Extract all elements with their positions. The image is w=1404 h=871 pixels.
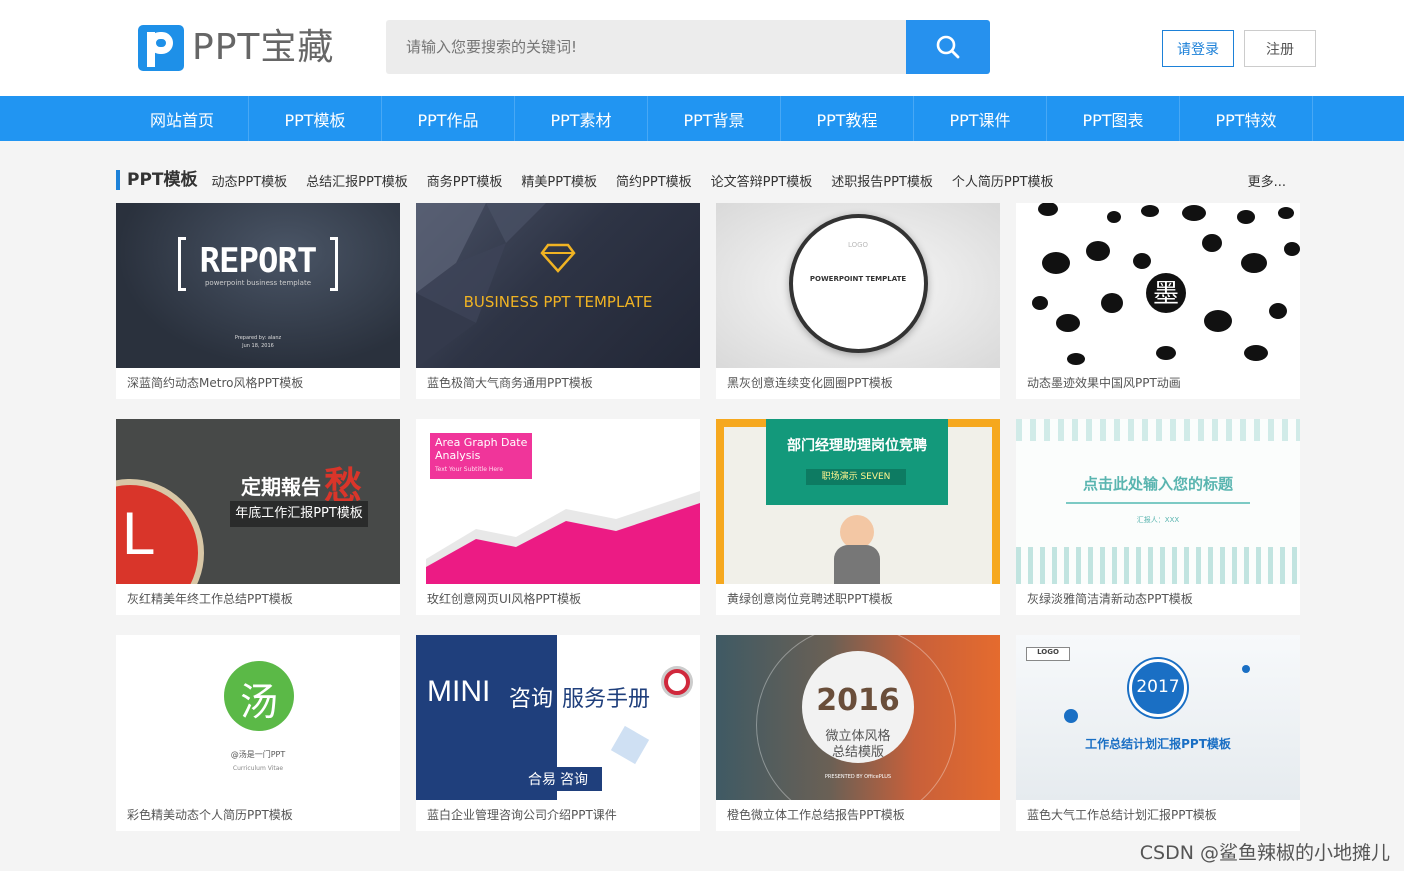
template-card[interactable]: BUSINESS PPT TEMPLATE 蓝色极简大气商务通用PPT模板 <box>416 203 700 399</box>
nav-item-ppt-materials[interactable]: PPT素材 <box>515 96 648 141</box>
template-thumbnail[interactable]: 点击此处输入您的标题 汇报人：XXX <box>1016 419 1300 584</box>
main-nav: 网站首页 PPT模板 PPT作品 PPT素材 PPT背景 PPT教程 PPT课件… <box>0 96 1404 141</box>
logo-p-icon <box>138 25 184 71</box>
site-header: PPT宝藏 请登录 注册 <box>0 0 1404 96</box>
watermark: CSDN @鲨鱼辣椒的小地摊儿 <box>1139 842 1390 864</box>
slide-year: 2016 <box>816 683 900 718</box>
template-caption[interactable]: 动态墨迹效果中国风PPT动画 <box>1016 368 1300 399</box>
slide-subtitle: 服务手册 <box>562 687 651 712</box>
slide-date: Jun 18, 2016 <box>242 343 274 349</box>
slide-title: BUSINESS PPT TEMPLATE <box>463 293 653 311</box>
template-caption[interactable]: 蓝白企业管理咨询公司介绍PPT课件 <box>416 800 700 831</box>
slide-subtitle: 职场演示 SEVEN <box>806 469 906 485</box>
slide-title: REPORT <box>199 241 318 281</box>
template-caption[interactable]: 彩色精美动态个人简历PPT模板 <box>116 800 400 831</box>
category-link[interactable]: 述职报告PPT模板 <box>831 171 933 190</box>
slide-caption: Curriculum Vitae <box>232 765 284 772</box>
slide-title: 部门经理助理岗位竞聘 <box>787 438 927 454</box>
template-card[interactable]: 汤 @汤是一门PPT Curriculum Vitae 彩色精美动态个人简历PP… <box>116 635 400 831</box>
template-thumbnail[interactable]: BUSINESS PPT TEMPLATE <box>416 203 700 368</box>
nav-item-ppt-backgrounds[interactable]: PPT背景 <box>648 96 781 141</box>
template-thumbnail[interactable]: LOGO POWERPOINT TEMPLATE <box>716 203 1000 368</box>
login-button[interactable]: 请登录 <box>1162 30 1234 67</box>
category-bar: PPT模板 动态PPT模板 总结汇报PPT模板 商务PPT模板 精美PPT模板 … <box>116 166 1300 194</box>
slide-year: 2017 <box>1136 677 1180 697</box>
nav-item-ppt-effects[interactable]: PPT特效 <box>1180 96 1313 141</box>
template-thumbnail[interactable]: 部门经理助理岗位竞聘 职场演示 SEVEN <box>716 419 1000 584</box>
template-caption[interactable]: 黄绿创意岗位竞聘述职PPT模板 <box>716 584 1000 615</box>
category-link[interactable]: 动态PPT模板 <box>212 171 288 190</box>
slide-title: 点击此处输入您的标题 <box>1082 475 1233 493</box>
slide-title: 定期報告 <box>241 475 321 499</box>
category-link[interactable]: 总结汇报PPT模板 <box>306 171 408 190</box>
template-thumbnail[interactable]: Area Graph Date Analysis Text Your Subti… <box>416 419 700 584</box>
slide-subtitle: 总结模版 <box>831 745 884 760</box>
template-caption[interactable]: 深蓝简约动态Metro风格PPT模板 <box>116 368 400 399</box>
template-card[interactable]: REPORT powerpoint business template Prep… <box>116 203 400 399</box>
slide-subtitle: powerpoint business template <box>204 279 312 287</box>
site-logo[interactable]: PPT宝藏 <box>138 24 334 72</box>
search-icon <box>936 35 960 59</box>
slide-title-cn: 咨询 <box>509 687 554 712</box>
nav-item-ppt-works[interactable]: PPT作品 <box>382 96 515 141</box>
slide-logo-char: 汤 <box>239 680 278 724</box>
diamond-icon <box>540 243 576 273</box>
nav-item-ppt-templates[interactable]: PPT模板 <box>249 96 382 141</box>
slide-title: MINI <box>427 675 491 708</box>
template-caption[interactable]: 橙色微立体工作总结报告PPT模板 <box>716 800 1000 831</box>
search-button[interactable] <box>906 20 990 74</box>
template-thumbnail[interactable]: L 定期報告 愁 年底工作汇报PPT模板 <box>116 419 400 584</box>
template-thumbnail[interactable]: REPORT powerpoint business template Prep… <box>116 203 400 368</box>
template-thumbnail[interactable]: 汤 @汤是一门PPT Curriculum Vitae <box>116 635 400 800</box>
template-card[interactable]: MINI 咨询 服务手册 合易 咨询 蓝白企业管理咨询公司介绍PPT课件 <box>416 635 700 831</box>
template-caption[interactable]: 玫红创意网页UI风格PPT模板 <box>416 584 700 615</box>
template-thumbnail[interactable]: 2016 微立体风格 总结模版 PRESENTED BY OfficePLUS <box>716 635 1000 800</box>
category-link[interactable]: 简约PPT模板 <box>616 171 692 190</box>
category-link[interactable]: 精美PPT模板 <box>521 171 597 190</box>
register-button[interactable]: 注册 <box>1244 30 1316 67</box>
slide-title: POWERPOINT TEMPLATE <box>809 275 907 283</box>
category-title: PPT模板 <box>116 170 198 190</box>
template-card[interactable]: L 定期報告 愁 年底工作汇报PPT模板 灰红精美年终工作总结PPT模板 <box>116 419 400 615</box>
template-card[interactable]: 2016 微立体风格 总结模版 PRESENTED BY OfficePLUS … <box>716 635 1000 831</box>
category-link[interactable]: 个人简历PPT模板 <box>952 171 1054 190</box>
search-bar <box>386 20 990 74</box>
template-card[interactable]: 点击此处输入您的标题 汇报人：XXX 灰绿淡雅简洁清新动态PPT模板 <box>1016 419 1300 615</box>
slide-tag-2: 咨询 <box>560 772 588 788</box>
template-card[interactable]: LOGO POWERPOINT TEMPLATE 黑灰创意连续变化圆圈PPT模板 <box>716 203 1000 399</box>
slide-credit: PRESENTED BY OfficePLUS <box>824 774 892 780</box>
template-caption[interactable]: 灰绿淡雅简洁清新动态PPT模板 <box>1016 584 1300 615</box>
template-thumbnail[interactable]: 墨 <box>1016 203 1300 368</box>
nav-item-ppt-charts[interactable]: PPT图表 <box>1047 96 1180 141</box>
template-thumbnail[interactable]: LOGO 2017 工作总结计划汇报PPT模板 <box>1016 635 1300 800</box>
category-more-link[interactable]: 更多... <box>1248 171 1286 190</box>
slide-subtitle: 年底工作汇报PPT模板 <box>230 501 368 527</box>
slide-letter: L <box>122 500 156 567</box>
template-caption[interactable]: 灰红精美年终工作总结PPT模板 <box>116 584 400 615</box>
nav-item-ppt-courseware[interactable]: PPT课件 <box>914 96 1047 141</box>
slide-calligraphy: 墨 <box>1152 279 1179 309</box>
slide-author: Prepared by: alanz <box>234 335 282 341</box>
nav-item-home[interactable]: 网站首页 <box>116 96 249 141</box>
template-card[interactable]: 墨 动态墨迹效果中国风PPT动画 <box>1016 203 1300 399</box>
slide-title: 工作总结计划汇报PPT模板 <box>1085 737 1231 751</box>
slide-subtitle: @汤是一门PPT <box>230 750 286 759</box>
template-card[interactable]: Area Graph Date Analysis Text Your Subti… <box>416 419 700 615</box>
slide-logo: LOGO <box>847 241 869 249</box>
template-caption[interactable]: 蓝色极简大气商务通用PPT模板 <box>416 368 700 399</box>
template-caption[interactable]: 黑灰创意连续变化圆圈PPT模板 <box>716 368 1000 399</box>
template-caption[interactable]: 蓝色大气工作总结计划汇报PPT模板 <box>1016 800 1300 831</box>
nav-item-ppt-tutorials[interactable]: PPT教程 <box>781 96 914 141</box>
template-card[interactable]: LOGO 2017 工作总结计划汇报PPT模板 蓝色大气工作总结计划汇报PPT模… <box>1016 635 1300 831</box>
search-input[interactable] <box>386 20 906 74</box>
category-link[interactable]: 论文答辩PPT模板 <box>711 171 813 190</box>
template-card[interactable]: 部门经理助理岗位竞聘 职场演示 SEVEN 黄绿创意岗位竞聘述职PPT模板 <box>716 419 1000 615</box>
logo-text: PPT宝藏 <box>192 27 335 68</box>
category-link[interactable]: 商务PPT模板 <box>427 171 503 190</box>
slide-logo: LOGO <box>1037 648 1059 656</box>
slide-subtitle: 汇报人：XXX <box>1136 516 1180 524</box>
template-thumbnail[interactable]: MINI 咨询 服务手册 合易 咨询 <box>416 635 700 800</box>
slide-tag-1: 合易 <box>528 772 556 788</box>
